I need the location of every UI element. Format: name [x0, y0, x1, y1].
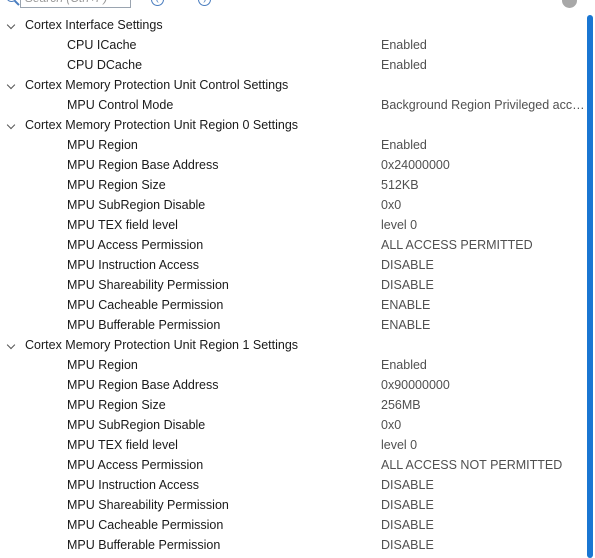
navigate-back-icon[interactable]: ‹: [151, 0, 164, 6]
property-value[interactable]: ALL ACCESS NOT PERMITTED: [381, 455, 585, 475]
property-name: MPU SubRegion Disable: [67, 418, 206, 432]
property-name: MPU Region Base Address: [67, 378, 219, 392]
property-name: MPU Bufferable Permission: [67, 318, 221, 332]
property-name: MPU Bufferable Permission: [67, 538, 221, 552]
property-row[interactable]: MPU Bufferable Permission DISABLE: [0, 535, 585, 555]
search-input[interactable]: [21, 0, 134, 5]
group-title: Cortex Memory Protection Unit Region 0 S…: [25, 118, 299, 132]
group-header[interactable]: Cortex Memory Protection Unit Control Se…: [0, 75, 585, 95]
chevron-down-icon[interactable]: [6, 20, 16, 30]
property-row[interactable]: MPU Instruction Access DISABLE: [0, 475, 585, 495]
property-name: MPU TEX field level: [67, 218, 178, 232]
search-icon: [6, 0, 17, 2]
property-name: CPU DCache: [67, 58, 143, 72]
search-field[interactable]: [20, 0, 134, 8]
group-header[interactable]: Cortex Memory Protection Unit Region 1 S…: [0, 335, 585, 355]
property-name: MPU Cacheable Permission: [67, 518, 224, 532]
property-value[interactable]: 0x24000000: [381, 155, 585, 175]
property-row[interactable]: MPU Bufferable Permission ENABLE: [0, 315, 585, 335]
property-name: MPU Region Size: [67, 398, 166, 412]
navigate-forward-icon[interactable]: ›: [198, 0, 211, 6]
property-row[interactable]: MPU Access Permission ALL ACCESS NOT PER…: [0, 455, 585, 475]
property-value[interactable]: Enabled: [381, 55, 585, 75]
group-title: Cortex Interface Settings: [25, 18, 163, 32]
property-row[interactable]: MPU Region Enabled: [0, 135, 585, 155]
property-row[interactable]: CPU ICache Enabled: [0, 35, 585, 55]
property-row[interactable]: MPU Region Base Address 0x90000000: [0, 375, 585, 395]
property-value[interactable]: Enabled: [381, 135, 585, 155]
property-name: MPU Control Mode: [67, 98, 174, 112]
property-value[interactable]: 512KB: [381, 175, 585, 195]
property-value[interactable]: DISABLE: [381, 255, 585, 275]
property-row[interactable]: MPU Region Base Address 0x24000000: [0, 155, 585, 175]
property-row[interactable]: MPU SubRegion Disable 0x0: [0, 415, 585, 435]
property-value[interactable]: 0x0: [381, 415, 585, 435]
group-header[interactable]: Cortex Interface Settings: [0, 15, 585, 35]
chevron-down-icon[interactable]: [6, 340, 16, 350]
property-name: MPU Instruction Access: [67, 258, 199, 272]
vertical-scrollbar[interactable]: [585, 15, 595, 558]
property-row[interactable]: MPU Region Enabled: [0, 355, 585, 375]
property-value[interactable]: DISABLE: [381, 515, 585, 535]
property-value[interactable]: DISABLE: [381, 535, 585, 555]
property-value[interactable]: 0x90000000: [381, 375, 585, 395]
property-value[interactable]: ALL ACCESS PERMITTED: [381, 235, 585, 255]
property-name: MPU Region: [67, 358, 138, 372]
property-row[interactable]: MPU SubRegion Disable 0x0: [0, 195, 585, 215]
property-row[interactable]: MPU Cacheable Permission ENABLE: [0, 295, 585, 315]
group-header[interactable]: Cortex Memory Protection Unit Region 0 S…: [0, 115, 585, 135]
property-name: MPU Shareability Permission: [67, 498, 229, 512]
toolbar: ‹ ›: [0, 0, 595, 10]
property-row[interactable]: MPU Region Size 256MB: [0, 395, 585, 415]
scrollbar-thumb[interactable]: [587, 15, 593, 558]
property-name: CPU ICache: [67, 38, 137, 52]
property-name: MPU Region Size: [67, 178, 166, 192]
property-name: MPU Instruction Access: [67, 478, 199, 492]
property-value[interactable]: 256MB: [381, 395, 585, 415]
property-row[interactable]: MPU Instruction Access DISABLE: [0, 255, 585, 275]
property-value[interactable]: Background Region Privileged accesses on…: [381, 95, 585, 115]
property-row[interactable]: MPU Shareability Permission DISABLE: [0, 495, 585, 515]
settings-tree: Cortex Interface Settings CPU ICache Ena…: [0, 15, 585, 555]
property-name: MPU Access Permission: [67, 458, 204, 472]
property-name: MPU TEX field level: [67, 438, 178, 452]
property-name: MPU Region: [67, 138, 138, 152]
chevron-down-icon[interactable]: [6, 80, 16, 90]
property-value[interactable]: DISABLE: [381, 475, 585, 495]
property-row[interactable]: MPU Shareability Permission DISABLE: [0, 275, 585, 295]
property-value[interactable]: Enabled: [381, 355, 585, 375]
group-title: Cortex Memory Protection Unit Region 1 S…: [25, 338, 299, 352]
chevron-down-icon[interactable]: [6, 120, 16, 130]
property-name: MPU Shareability Permission: [67, 278, 229, 292]
property-row[interactable]: MPU Control Mode Background Region Privi…: [0, 95, 585, 115]
property-value[interactable]: DISABLE: [381, 275, 585, 295]
property-value[interactable]: Enabled: [381, 35, 585, 55]
property-row[interactable]: MPU TEX field level level 0: [0, 215, 585, 235]
property-row[interactable]: MPU Access Permission ALL ACCESS PERMITT…: [0, 235, 585, 255]
property-value[interactable]: DISABLE: [381, 495, 585, 515]
property-row[interactable]: MPU Region Size 512KB: [0, 175, 585, 195]
group-title: Cortex Memory Protection Unit Control Se…: [25, 78, 289, 92]
property-name: MPU Cacheable Permission: [67, 298, 224, 312]
property-value[interactable]: ENABLE: [381, 295, 585, 315]
property-value[interactable]: 0x0: [381, 195, 585, 215]
property-value[interactable]: level 0: [381, 215, 585, 235]
property-value[interactable]: ENABLE: [381, 315, 585, 335]
property-name: MPU Region Base Address: [67, 158, 219, 172]
property-name: MPU SubRegion Disable: [67, 198, 206, 212]
property-row[interactable]: MPU Cacheable Permission DISABLE: [0, 515, 585, 535]
property-row[interactable]: MPU TEX field level level 0: [0, 435, 585, 455]
info-icon[interactable]: [562, 0, 577, 8]
property-name: MPU Access Permission: [67, 238, 204, 252]
property-value[interactable]: level 0: [381, 435, 585, 455]
property-row[interactable]: CPU DCache Enabled: [0, 55, 585, 75]
